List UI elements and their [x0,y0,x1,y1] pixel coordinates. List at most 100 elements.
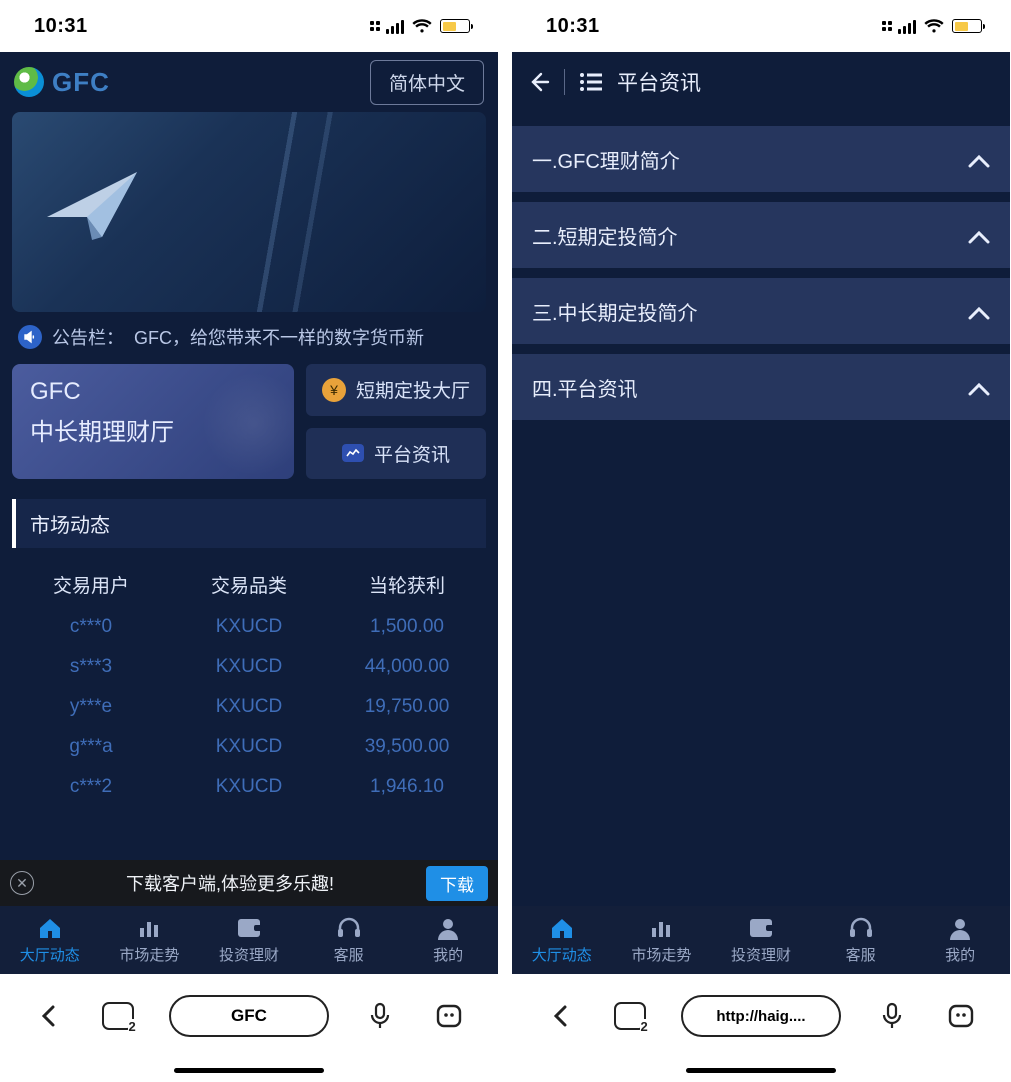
mic-icon[interactable] [362,998,398,1034]
user-icon [436,915,460,941]
status-time: 10:31 [546,15,600,38]
tile-title-1: GFC [30,378,276,406]
menu-face-icon[interactable] [431,998,467,1034]
nav-label: 投资理财 [731,944,791,965]
accordion-label: 三.中长期定投简介 [532,297,698,326]
tile-title-2: 中长期理财厅 [30,412,276,447]
table-row: c***0KXUCD1,500.00 [12,607,486,647]
platform-news-label: 平台资讯 [374,440,450,467]
browser-toolbar: 2 http://haig.... [512,974,1010,1058]
nav-label: 我的 [945,944,975,965]
language-button[interactable]: 简体中文 [370,60,484,105]
table-row: s***3KXUCD44,000.00 [12,647,486,687]
shortterm-label: 短期定投大厅 [356,376,470,403]
logo-text: GFC [52,67,110,98]
chevron-up-icon [968,148,990,171]
col-user: 交易用户 [12,571,170,598]
nav-label: 大厅动态 [532,944,592,965]
download-bar: ✕ 下载客户端,体验更多乐趣! 下载 [0,860,498,906]
nav-mine[interactable]: 我的 [398,906,498,974]
home-indicator[interactable] [0,1058,498,1082]
nav-home[interactable]: 大厅动态 [512,906,612,974]
list-icon[interactable] [579,72,603,92]
accordion-item[interactable]: 四.平台资讯 [512,354,1010,420]
market-table: 交易用户 交易品类 当轮获利 c***0KXUCD1,500.00 s***3K… [12,562,486,807]
nav-label: 投资理财 [219,944,279,965]
app-main: GFC 简体中文 公告栏： GFC，给您带来不一样的数字货币新 GFC 中长期理… [0,52,498,974]
browser-tabs-icon[interactable]: 2 [100,998,136,1034]
nav-home[interactable]: 大厅动态 [0,906,100,974]
close-icon[interactable]: ✕ [10,871,34,895]
accordion-label: 一.GFC理财简介 [532,145,680,174]
browser-toolbar: 2 GFC [0,974,498,1058]
home-icon [549,915,575,941]
table-row: y***eKXUCD19,750.00 [12,687,486,727]
menu-face-icon[interactable] [943,998,979,1034]
browser-url[interactable]: http://haig.... [681,995,841,1037]
divider [564,69,565,95]
nav-label: 市场走势 [119,944,179,965]
news-icon [342,444,364,462]
top-bar: GFC 简体中文 [0,52,498,112]
accordion-item[interactable]: 三.中长期定投简介 [512,278,1010,344]
market-section-header: 市场动态 [12,499,486,548]
chevron-up-icon [968,300,990,323]
page-title: 平台资讯 [617,67,701,97]
announcement-bar[interactable]: 公告栏： GFC，给您带来不一样的数字货币新 [18,324,480,350]
accordion-item[interactable]: 一.GFC理财简介 [512,126,1010,192]
platform-news-tile[interactable]: 平台资讯 [306,428,486,480]
status-bar: 10:31 [512,0,1010,52]
bars-icon [649,915,673,941]
wifi-icon [924,19,944,34]
bottom-nav: 大厅动态 市场走势 投资理财 客服 我的 [512,906,1010,974]
headset-icon [336,915,362,941]
nav-mine[interactable]: 我的 [910,906,1010,974]
download-button[interactable]: 下载 [426,866,488,901]
phone-left: 10:31 GFC 简体中文 [0,0,498,1082]
signal-dots-icon [370,21,380,31]
mic-icon[interactable] [874,998,910,1034]
col-profit: 当轮获利 [328,571,486,598]
nav-invest[interactable]: 投资理财 [199,906,299,974]
browser-back-icon[interactable] [31,998,67,1034]
longterm-tile[interactable]: GFC 中长期理财厅 [12,364,294,479]
nav-invest[interactable]: 投资理财 [711,906,811,974]
accordion-list: 一.GFC理财简介 二.短期定投简介 三.中长期定投简介 四.平台资讯 [512,126,1010,420]
accordion-item[interactable]: 二.短期定投简介 [512,202,1010,268]
accordion-label: 二.短期定投简介 [532,221,678,250]
home-indicator[interactable] [512,1058,1010,1082]
bars-icon [137,915,161,941]
battery-icon [952,19,982,33]
browser-tabs-icon[interactable]: 2 [612,998,648,1034]
nav-market[interactable]: 市场走势 [612,906,712,974]
shortterm-tile[interactable]: ¥ 短期定投大厅 [306,364,486,416]
nav-support[interactable]: 客服 [811,906,911,974]
announcement-text: GFC，给您带来不一样的数字货币新 [134,324,424,350]
battery-icon [440,19,470,33]
user-icon [948,915,972,941]
nav-label: 客服 [334,944,364,965]
browser-url[interactable]: GFC [169,995,329,1037]
wallet-icon [748,915,774,941]
logo: GFC [14,67,110,98]
nav-market[interactable]: 市场走势 [100,906,200,974]
chevron-up-icon [968,376,990,399]
app-news: 平台资讯 一.GFC理财简介 二.短期定投简介 三.中长期定投简介 四.平台资讯 [512,52,1010,974]
download-text: 下载客户端,体验更多乐趣! [44,870,416,896]
back-icon[interactable] [526,70,550,94]
nav-label: 大厅动态 [20,944,80,965]
phone-right: 10:31 平台资讯 一.GFC理财简介 二.短期定投简介 [512,0,1010,1082]
nav-support[interactable]: 客服 [299,906,399,974]
news-topbar: 平台资讯 [512,52,1010,112]
nav-label: 市场走势 [631,944,691,965]
nav-label: 客服 [846,944,876,965]
wallet-icon [236,915,262,941]
megaphone-icon [18,325,42,349]
headset-icon [848,915,874,941]
yen-icon: ¥ [322,378,346,402]
table-row: g***aKXUCD39,500.00 [12,727,486,767]
browser-back-icon[interactable] [543,998,579,1034]
announcement-prefix: 公告栏： [52,324,124,350]
signal-icon [898,18,916,34]
hero-banner[interactable] [12,112,486,312]
